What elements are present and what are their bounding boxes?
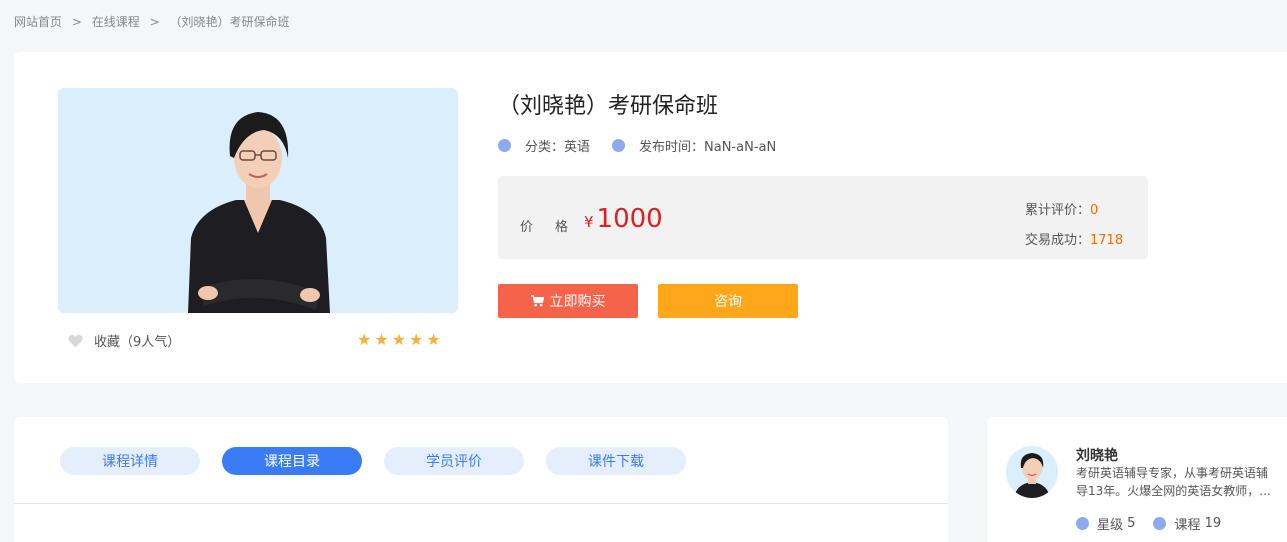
course-title: （刘晓艳）考研保命班 (498, 94, 719, 119)
tab-course-details[interactable]: 课程详情 (60, 447, 200, 475)
heart-icon (68, 334, 83, 347)
courses-label: 课程 (1174, 518, 1201, 533)
star-icon: ★ (409, 330, 424, 349)
dot-icon (612, 139, 626, 152)
teacher-avatar-image (1006, 446, 1058, 498)
deal-count: 1718 (1090, 233, 1124, 248)
teacher-card: 刘晓艳 考研英语辅导专家，从事考研英语辅导13年。火爆全网的英语女教师，... … (987, 417, 1287, 542)
deal-label: 交易成功： (1025, 233, 1091, 248)
course-tabs-card: 课程详情 课程目录 学员评价 课件下载 (14, 417, 948, 542)
price-value: ¥1000 (584, 204, 663, 234)
rating-stars: ★ ★ ★ ★ ★ (357, 332, 444, 348)
review-stat: 累计评价：0 (1025, 196, 1123, 226)
level-label: 星级 (1097, 518, 1124, 533)
review-label: 累计评价： (1025, 203, 1091, 218)
favorite-label: 收藏（9人气） (94, 335, 181, 350)
consult-label: 咨询 (714, 294, 742, 310)
price-box: 价格 ¥1000 累计评价：0 交易成功：1718 (498, 176, 1148, 259)
level-value: 5 (1127, 516, 1136, 531)
course-meta: 分类：英语 发布时间：NaN-aN-aN (498, 136, 798, 155)
star-icon: ★ (426, 330, 441, 349)
star-icon: ★ (391, 330, 407, 349)
course-category: 分类：英语 (498, 136, 590, 155)
sales-stats: 累计评价：0 交易成功：1718 (1025, 196, 1123, 256)
teacher-photo (58, 88, 458, 313)
breadcrumb-separator: > (71, 15, 82, 29)
buy-now-button[interactable]: 立即购买 (498, 284, 638, 318)
course-publish-time: 发布时间：NaN-aN-aN (612, 136, 776, 155)
currency-symbol: ¥ (584, 213, 594, 231)
teacher-level: 星级 5 (1076, 514, 1135, 533)
cart-icon (530, 295, 544, 307)
breadcrumb-home-link[interactable]: 网站首页 (14, 13, 62, 30)
teacher-course-count: 课程 19 (1153, 514, 1221, 533)
publish-time-text: 发布时间：NaN-aN-aN (639, 140, 777, 155)
price-number: 1000 (596, 204, 663, 234)
breadcrumb: 网站首页 > 在线课程 > （刘晓艳）考研保命班 (14, 13, 289, 30)
course-cover-image (58, 88, 458, 313)
category-text: 分类：英语 (525, 140, 591, 155)
deal-stat: 交易成功：1718 (1025, 226, 1123, 256)
course-info-card: 收藏（9人气） ★ ★ ★ ★ ★ （刘晓艳）考研保命班 分类：英语 发布时间：… (14, 52, 1287, 383)
dot-icon (498, 139, 511, 152)
tab-course-catalog[interactable]: 课程目录 (222, 447, 362, 475)
price-label: 价格 (520, 220, 591, 235)
review-count: 0 (1090, 203, 1099, 218)
favorite-button[interactable]: 收藏（9人气） (68, 331, 180, 350)
star-icon: ★ (357, 330, 372, 349)
courses-value: 19 (1204, 516, 1222, 531)
breadcrumb-courses-link[interactable]: 在线课程 (92, 13, 140, 30)
teacher-description: 考研英语辅导专家，从事考研英语辅导13年。火爆全网的英语女教师，... (1076, 466, 1271, 498)
tab-courseware-download[interactable]: 课件下载 (546, 447, 686, 475)
buy-now-label: 立即购买 (549, 294, 606, 310)
breadcrumb-current: （刘晓艳）考研保命班 (169, 15, 290, 29)
tabs-divider (14, 503, 948, 504)
teacher-name[interactable]: 刘晓艳 (1076, 445, 1118, 465)
breadcrumb-separator: > (149, 15, 160, 29)
dot-icon (1153, 517, 1167, 530)
dot-icon (1076, 517, 1089, 530)
star-icon: ★ (374, 330, 389, 349)
teacher-stats: 星级 5 课程 19 (1076, 514, 1239, 533)
consult-button[interactable]: 咨询 (658, 284, 798, 318)
tab-student-reviews[interactable]: 学员评价 (384, 447, 524, 475)
avatar[interactable] (1006, 446, 1058, 498)
